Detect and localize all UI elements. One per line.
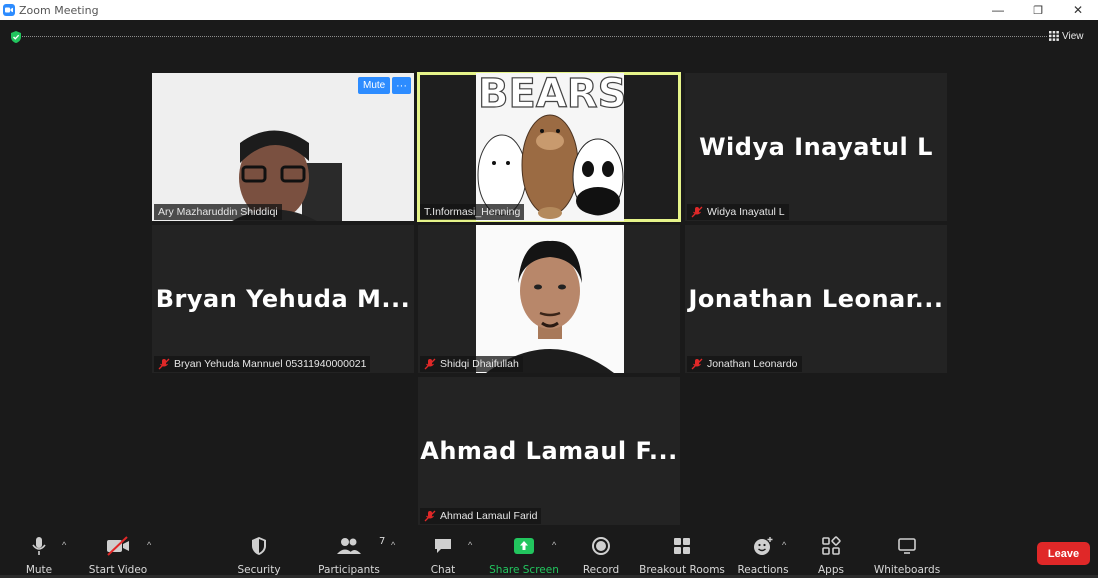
record-icon xyxy=(592,537,610,555)
mic-muted-icon xyxy=(691,206,703,218)
reactions-button[interactable]: Reactions xyxy=(737,534,789,576)
record-button[interactable]: Record xyxy=(582,534,620,576)
video-tile-active-speaker[interactable]: BEARS T.Informasi_Henning xyxy=(417,72,681,222)
participants-icon xyxy=(337,538,361,554)
participant-video: BEARS xyxy=(476,73,624,221)
participant-name-label: Widya Inayatul L xyxy=(687,204,789,220)
share-options-caret[interactable]: ^ xyxy=(552,540,556,550)
start-video-button[interactable]: Start Video xyxy=(88,534,148,576)
participant-name: Bryan Yehuda Mannuel 05311940000021 xyxy=(174,358,367,370)
participant-name: Shidqi Dhaifullah xyxy=(440,358,519,370)
security-button[interactable]: Security xyxy=(236,534,282,576)
video-options-caret[interactable]: ^ xyxy=(147,540,151,550)
participant-video xyxy=(152,73,414,221)
participant-name-label: Ary Mazharuddin Shiddiqi xyxy=(154,204,282,220)
mic-muted-icon xyxy=(158,358,170,370)
video-off-icon xyxy=(107,536,129,556)
video-tile[interactable]: Jonathan Leonar... Jonathan Leonardo xyxy=(685,225,947,373)
grid-icon xyxy=(1049,31,1059,41)
participants-button[interactable]: 7 Participants xyxy=(318,534,385,576)
participant-name: Ary Mazharuddin Shiddiqi xyxy=(158,206,278,218)
whiteboard-icon xyxy=(898,538,916,554)
video-tile[interactable]: Shidqi Dhaifullah xyxy=(418,225,680,373)
close-button[interactable]: ✕ xyxy=(1058,0,1098,20)
video-tile[interactable]: Ahmad Lamaul F... Ahmad Lamaul Farid xyxy=(418,377,680,525)
whiteboards-button[interactable]: Whiteboards xyxy=(874,534,940,576)
share-screen-arrow-icon xyxy=(514,538,534,554)
participant-display-name: Jonathan Leonar... xyxy=(688,285,944,313)
window-titlebar: Zoom Meeting xyxy=(0,0,1098,20)
chat-options-caret[interactable]: ^ xyxy=(468,540,472,550)
video-tile[interactable]: Mute ··· Ary Mazharuddin Shiddiqi xyxy=(152,73,414,221)
mute-options-caret[interactable]: ^ xyxy=(62,540,66,550)
encryption-shield-icon[interactable] xyxy=(9,30,23,44)
video-tile[interactable]: Widya Inayatul L Widya Inayatul L xyxy=(685,73,947,221)
share-screen-button[interactable]: Share Screen xyxy=(489,534,559,576)
minimize-button[interactable]: — xyxy=(978,0,1018,20)
participant-display-name: Bryan Yehuda M... xyxy=(155,285,411,313)
participant-name-label: Bryan Yehuda Mannuel 05311940000021 xyxy=(154,356,371,372)
mute-button[interactable]: Mute xyxy=(22,534,56,576)
participant-name: Widya Inayatul L xyxy=(707,206,785,218)
top-divider xyxy=(22,36,1047,37)
security-shield-icon xyxy=(252,537,266,555)
participant-name-label: Shidqi Dhaifullah xyxy=(420,356,523,372)
chat-bubble-icon xyxy=(435,539,451,553)
participant-name-label: T.Informasi_Henning xyxy=(420,204,525,220)
breakout-rooms-button[interactable]: Breakout Rooms xyxy=(639,534,725,576)
view-button[interactable]: View xyxy=(1049,29,1084,43)
view-label: View xyxy=(1062,30,1084,42)
microphone-icon xyxy=(32,537,46,555)
chat-button[interactable]: Chat xyxy=(426,534,460,576)
restore-button[interactable]: ❐ xyxy=(1018,0,1058,20)
participant-name-label: Ahmad Lamaul Farid xyxy=(420,508,542,524)
participant-name: T.Informasi_Henning xyxy=(424,206,521,218)
mic-muted-icon xyxy=(424,510,436,522)
bears-image-text: BEARS xyxy=(478,73,624,117)
participant-name-label: Jonathan Leonardo xyxy=(687,356,802,372)
participants-count: 7 xyxy=(379,536,386,547)
participant-name: Ahmad Lamaul Farid xyxy=(440,510,538,522)
video-tile[interactable]: Bryan Yehuda M... Bryan Yehuda Mannuel 0… xyxy=(152,225,414,373)
more-options-button[interactable]: ··· xyxy=(392,77,411,94)
window-title: Zoom Meeting xyxy=(19,3,99,17)
mic-muted-icon xyxy=(424,358,436,370)
participant-display-name: Ahmad Lamaul F... xyxy=(420,437,678,465)
mic-muted-icon xyxy=(691,358,703,370)
participant-display-name: Widya Inayatul L xyxy=(699,133,933,161)
apps-icon xyxy=(822,536,841,555)
participant-name: Jonathan Leonardo xyxy=(707,358,798,370)
participant-photo xyxy=(476,225,624,373)
breakout-rooms-icon xyxy=(674,538,690,554)
participants-options-caret[interactable]: ^ xyxy=(391,540,395,550)
meeting-toolbar: Mute ^ Start Video ^ Security 7 Particip… xyxy=(0,530,1098,578)
mute-participant-button[interactable]: Mute xyxy=(358,77,391,94)
reactions-emoji-icon xyxy=(754,537,773,555)
reactions-options-caret[interactable]: ^ xyxy=(782,540,786,550)
zoom-app-icon xyxy=(3,4,15,16)
apps-button[interactable]: Apps xyxy=(814,534,848,576)
leave-button[interactable]: Leave xyxy=(1037,542,1090,565)
